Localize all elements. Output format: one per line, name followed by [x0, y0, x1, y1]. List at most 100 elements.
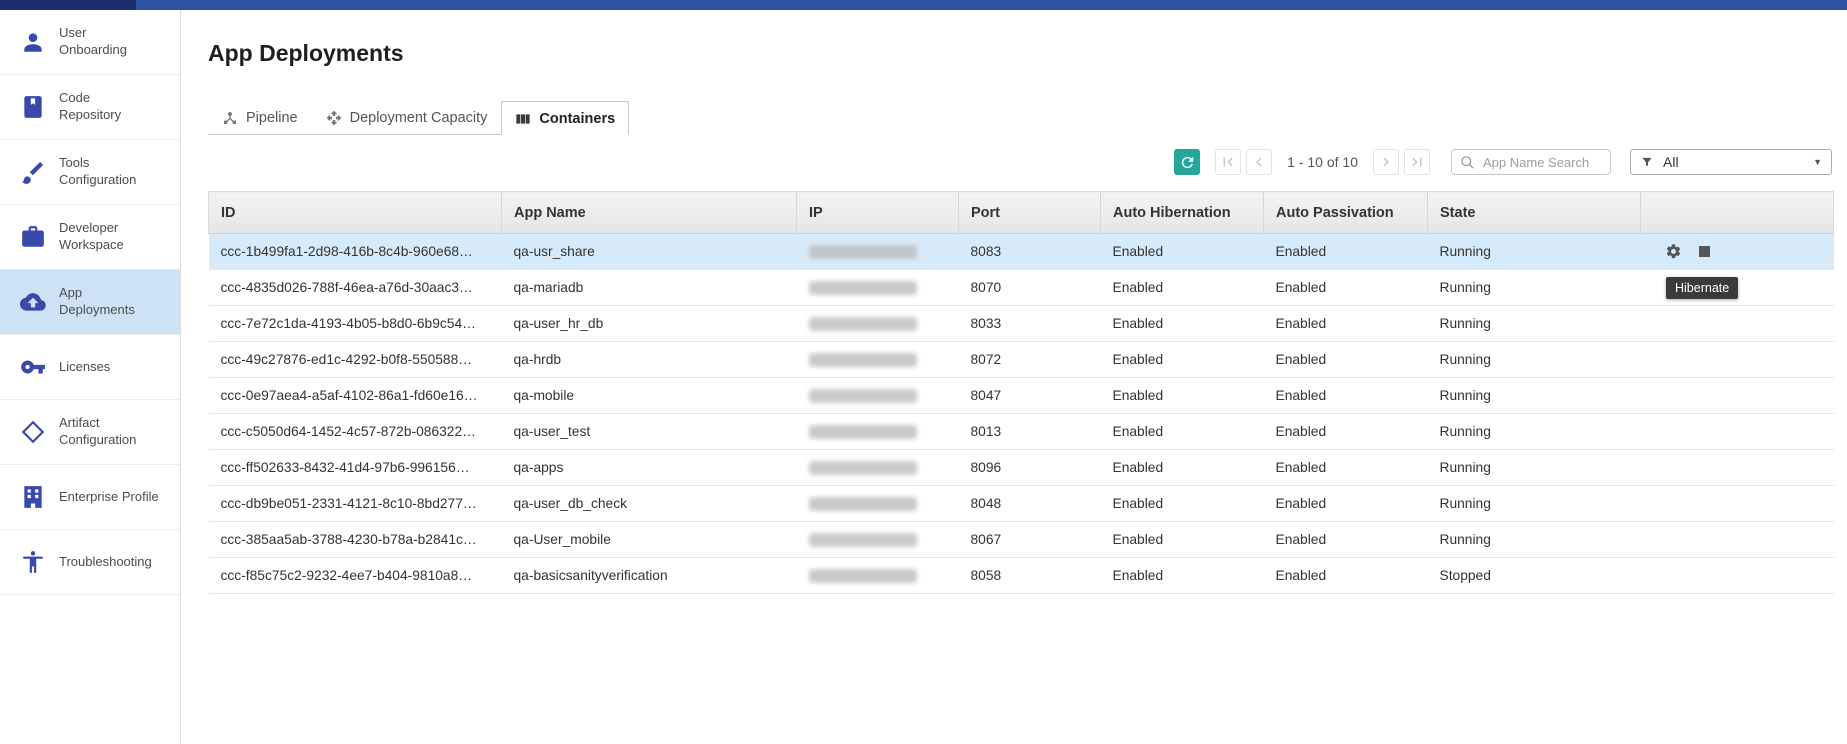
sidebar-item-developer-workspace[interactable]: DeveloperWorkspace [0, 205, 180, 270]
redacted-ip [809, 389, 917, 403]
app-name-search[interactable] [1451, 149, 1611, 175]
cell-auto-hibernation: Enabled [1101, 522, 1264, 558]
tab-pipeline[interactable]: Pipeline [208, 102, 312, 134]
cell-auto-hibernation: Enabled [1101, 378, 1264, 414]
cell-port: 8083 [959, 234, 1101, 270]
redacted-ip [809, 281, 917, 295]
cell-ip [797, 234, 959, 270]
sidebar-item-label: Enterprise Profile [59, 489, 159, 506]
cell-state: Running [1428, 234, 1641, 270]
page-title: App Deployments [208, 40, 1832, 67]
table-row[interactable]: ccc-49c27876-ed1c-4292-b0f8-550588…qa-hr… [209, 342, 1834, 378]
table-row[interactable]: ccc-385aa5ab-3788-4230-b78a-b2841c…qa-Us… [209, 522, 1834, 558]
cell-app-name: qa-user_db_check [502, 486, 797, 522]
sidebar-item-label: DeveloperWorkspace [59, 220, 124, 254]
last-page-icon [1408, 153, 1426, 171]
tab-deployment-capacity[interactable]: Deployment Capacity [312, 102, 502, 134]
cell-auto-hibernation: Enabled [1101, 342, 1264, 378]
table-row[interactable]: ccc-0e97aea4-a5af-4102-86a1-fd60e16…qa-m… [209, 378, 1834, 414]
table-row[interactable]: ccc-1b499fa1-2d98-416b-8c4b-960e68…qa-us… [209, 234, 1834, 270]
cell-auto-hibernation: Enabled [1101, 450, 1264, 486]
first-page-button[interactable] [1215, 149, 1241, 175]
cell-app-name: qa-mariadb [502, 270, 797, 306]
table-row[interactable]: ccc-f85c75c2-9232-4ee7-b404-9810a8…qa-ba… [209, 558, 1834, 594]
redacted-ip [809, 245, 917, 259]
table-row[interactable]: ccc-c5050d64-1452-4c57-872b-086322…qa-us… [209, 414, 1834, 450]
sidebar-item-artifact-configuration[interactable]: ArtifactConfiguration [0, 400, 180, 465]
cell-id: ccc-ff502633-8432-41d4-97b6-996156… [209, 450, 502, 486]
filter-dropdown[interactable]: All ▼ [1630, 149, 1832, 175]
previous-page-button[interactable] [1246, 149, 1272, 175]
cell-state: Running [1428, 378, 1641, 414]
sidebar-item-user-onboarding[interactable]: UserOnboarding [0, 10, 180, 75]
cell-auto-passivation: Enabled [1264, 270, 1428, 306]
sidebar-item-enterprise-profile[interactable]: Enterprise Profile [0, 465, 180, 530]
cell-app-name: qa-user_test [502, 414, 797, 450]
redacted-ip [809, 317, 917, 331]
cell-auto-passivation: Enabled [1264, 378, 1428, 414]
redacted-ip [809, 533, 917, 547]
cell-port: 8047 [959, 378, 1101, 414]
search-icon [1460, 155, 1475, 170]
sidebar-item-code-repository[interactable]: CodeRepository [0, 75, 180, 140]
table-row[interactable]: ccc-4835d026-788f-46ea-a76d-30aac3…qa-ma… [209, 270, 1834, 306]
containers-table-wrap: IDApp NameIPPortAuto HibernationAuto Pas… [208, 191, 1832, 594]
cell-auto-passivation: Enabled [1264, 306, 1428, 342]
next-page-button[interactable] [1373, 149, 1399, 175]
cell-id: ccc-49c27876-ed1c-4292-b0f8-550588… [209, 342, 502, 378]
cell-auto-passivation: Enabled [1264, 486, 1428, 522]
sidebar-item-app-deployments[interactable]: AppDeployments [0, 270, 180, 335]
pipeline-icon [222, 110, 238, 126]
cell-actions [1641, 378, 1834, 414]
refresh-button[interactable] [1174, 149, 1200, 175]
redacted-ip [809, 353, 917, 367]
cell-auto-passivation: Enabled [1264, 234, 1428, 270]
topbar [0, 0, 1847, 10]
toolbar: 1 - 10 of 10 All ▼ [208, 149, 1832, 175]
table-body: ccc-1b499fa1-2d98-416b-8c4b-960e68…qa-us… [209, 234, 1834, 594]
deployment-capacity-icon [326, 110, 342, 126]
cell-auto-passivation: Enabled [1264, 522, 1428, 558]
column-header: IP [797, 192, 959, 234]
table-row[interactable]: ccc-ff502633-8432-41d4-97b6-996156…qa-ap… [209, 450, 1834, 486]
cell-id: ccc-c5050d64-1452-4c57-872b-086322… [209, 414, 502, 450]
tab-label: Pipeline [246, 110, 298, 126]
cell-ip [797, 450, 959, 486]
stop-icon[interactable] [1699, 246, 1710, 257]
redacted-ip [809, 461, 917, 475]
cell-state: Running [1428, 342, 1641, 378]
filter-value: All [1663, 154, 1679, 170]
sidebar-item-licenses[interactable]: Licenses [0, 335, 180, 400]
sidebar-item-label: AppDeployments [59, 285, 135, 319]
table-row[interactable]: ccc-db9be051-2331-4121-8c10-8bd277…qa-us… [209, 486, 1834, 522]
tab-containers[interactable]: Containers [501, 101, 629, 135]
settings-icon[interactable] [1665, 243, 1682, 260]
tab-label: Deployment Capacity [350, 110, 488, 126]
cell-auto-passivation: Enabled [1264, 558, 1428, 594]
sidebar-item-troubleshooting[interactable]: Troubleshooting [0, 530, 180, 595]
cell-ip [797, 558, 959, 594]
cell-id: ccc-1b499fa1-2d98-416b-8c4b-960e68… [209, 234, 502, 270]
search-input[interactable] [1481, 154, 1602, 171]
tools-icon [20, 159, 46, 185]
sidebar-item-tools-configuration[interactable]: ToolsConfiguration [0, 140, 180, 205]
cell-auto-hibernation: Enabled [1101, 306, 1264, 342]
sidebar-item-label: Troubleshooting [59, 554, 152, 571]
cell-state: Running [1428, 486, 1641, 522]
containers-table: IDApp NameIPPortAuto HibernationAuto Pas… [208, 191, 1834, 594]
cell-id: ccc-0e97aea4-a5af-4102-86a1-fd60e16… [209, 378, 502, 414]
cell-auto-passivation: Enabled [1264, 450, 1428, 486]
last-page-button[interactable] [1404, 149, 1430, 175]
cell-app-name: qa-usr_share [502, 234, 797, 270]
table-row[interactable]: ccc-7e72c1da-4193-4b05-b8d0-6b9c54…qa-us… [209, 306, 1834, 342]
cell-actions [1641, 486, 1834, 522]
user-icon [20, 29, 46, 55]
redacted-ip [809, 497, 917, 511]
column-header: ID [209, 192, 502, 234]
main-content: App Deployments Pipeline Deployment Capac… [181, 10, 1847, 744]
cell-id: ccc-385aa5ab-3788-4230-b78a-b2841c… [209, 522, 502, 558]
cell-state: Running [1428, 270, 1641, 306]
cell-ip [797, 270, 959, 306]
cell-ip [797, 378, 959, 414]
cell-state: Running [1428, 306, 1641, 342]
